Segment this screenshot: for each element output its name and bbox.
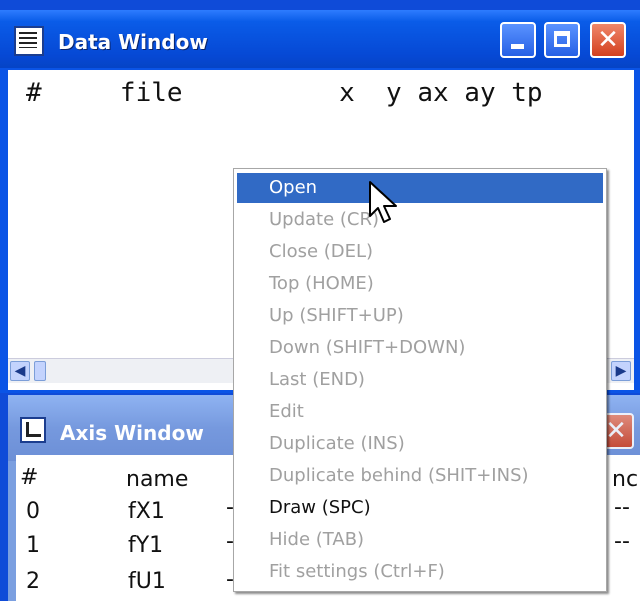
axis-row-name: fY1 <box>128 533 164 558</box>
menu-item-top[interactable]: Top (HOME) <box>237 269 603 299</box>
axis-window-title: Axis Window <box>60 421 204 445</box>
menu-item-up[interactable]: Up (SHIFT+UP) <box>237 301 603 331</box>
scroll-thumb[interactable] <box>34 361 46 381</box>
minimize-button[interactable] <box>500 22 536 58</box>
menu-item-draw[interactable]: Draw (SPC) <box>237 493 603 523</box>
menu-item-label: Up (SHIFT+UP) <box>269 305 404 326</box>
data-window-icon <box>14 26 44 56</box>
axis-row-dashes: -- <box>614 529 630 554</box>
menu-item-close[interactable]: Close (DEL) <box>237 237 603 267</box>
menu-item-label: Last (END) <box>269 369 365 390</box>
scroll-right-icon[interactable]: ▶ <box>611 361 631 381</box>
menu-item-edit[interactable]: Edit <box>237 397 603 427</box>
menu-item-label: Open <box>269 177 318 198</box>
menu-item-fit-settings[interactable]: Fit settings (Ctrl+F) <box>237 557 603 587</box>
menu-item-update[interactable]: Update (CR) <box>237 205 603 235</box>
context-menu: Open Update (CR) Close (DEL) Top (HOME) … <box>233 168 607 592</box>
menu-item-down[interactable]: Down (SHIFT+DOWN) <box>237 333 603 363</box>
axis-header-name: name <box>126 467 189 492</box>
menu-item-duplicate[interactable]: Duplicate (INS) <box>237 429 603 459</box>
menu-item-label: Duplicate behind (SHIT+INS) <box>269 465 529 486</box>
menu-item-label: Edit <box>269 401 304 422</box>
scroll-left-icon[interactable]: ◀ <box>10 361 30 381</box>
menu-item-label: Fit settings (Ctrl+F) <box>269 561 445 582</box>
maximize-button[interactable] <box>544 22 580 58</box>
axis-header-num: # <box>20 465 39 490</box>
menu-item-label: Draw (SPC) <box>269 497 371 518</box>
close-button[interactable]: ✕ <box>590 22 626 58</box>
data-list-header: # file x y ax ay tp <box>26 78 543 108</box>
menu-item-label: Down (SHIFT+DOWN) <box>269 337 466 358</box>
menu-item-hide[interactable]: Hide (TAB) <box>237 525 603 555</box>
data-window-title: Data Window <box>58 30 208 54</box>
menu-item-label: Top (HOME) <box>269 273 374 294</box>
menu-item-label: Hide (TAB) <box>269 529 365 550</box>
axis-row-name: fX1 <box>128 499 165 524</box>
menu-item-label: Close (DEL) <box>269 241 374 262</box>
menu-item-label: Duplicate (INS) <box>269 433 405 454</box>
axis-row-dashes: -- <box>614 495 630 520</box>
axis-row-name: fU1 <box>128 569 166 594</box>
axis-row-num: 0 <box>26 499 40 524</box>
axis-row-num: 1 <box>26 533 40 558</box>
axis-row-num: 2 <box>26 569 40 594</box>
menu-item-last[interactable]: Last (END) <box>237 365 603 395</box>
data-window-titlebar[interactable]: Data Window ✕ <box>0 10 640 68</box>
menu-item-label: Update (CR) <box>269 209 380 230</box>
axis-window-icon <box>20 417 46 443</box>
menu-item-open[interactable]: Open <box>237 173 603 203</box>
axis-header-tail: nc <box>612 467 639 492</box>
mouse-cursor-icon <box>369 181 397 223</box>
menu-item-duplicate-behind[interactable]: Duplicate behind (SHIT+INS) <box>237 461 603 491</box>
